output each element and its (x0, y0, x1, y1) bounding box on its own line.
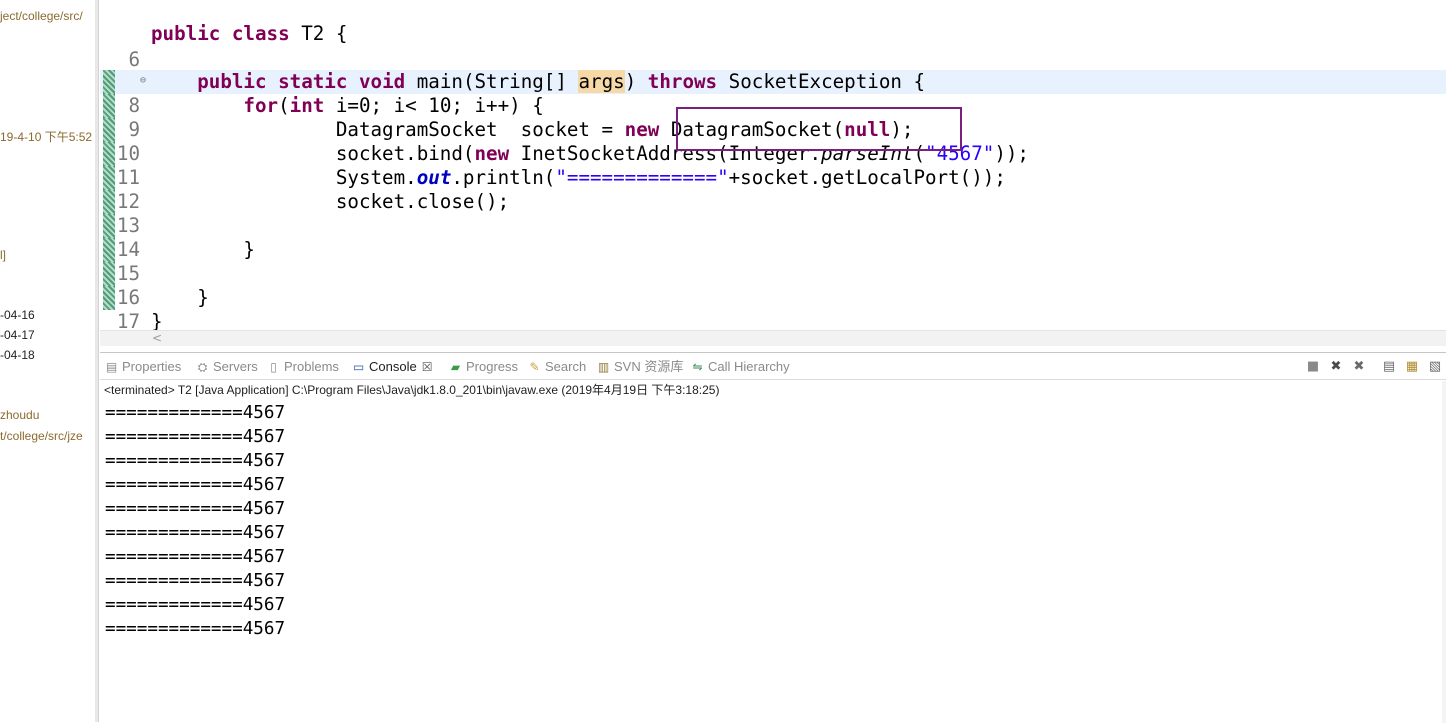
remove-launch-icon[interactable]: ✖ (1327, 358, 1345, 376)
tab-console[interactable]: ▭ Console ☒ (351, 356, 433, 378)
code-line: 12 socket.bind(new InetSocketAddress(Int… (100, 142, 1446, 213)
left-panel-path-fragment[interactable]: ject/college/src/ (0, 9, 83, 23)
console-vertical-scrollbar[interactable] (1442, 381, 1446, 723)
code-text[interactable]: } (151, 238, 255, 262)
code-line: 17 (100, 262, 1446, 333)
console-output-line: =============4567 (105, 499, 286, 519)
code-line: 11 DatagramSocket socket = new DatagramS… (100, 118, 1446, 189)
change-ruler (103, 190, 115, 214)
search-icon: ✎ (529, 360, 540, 374)
change-ruler (103, 22, 115, 46)
code-line: 18 } (100, 286, 1446, 346)
code-line: 16 } (100, 238, 1446, 309)
left-panel-date-fragment[interactable]: -04-18 (0, 348, 35, 362)
console-output-line: =============4567 (105, 571, 286, 591)
console-output[interactable]: =============4567 =============4567 ====… (105, 401, 285, 641)
left-panel-fragment[interactable]: l] (0, 248, 6, 262)
code-text[interactable]: for(int i=0; i< 10; i++) { (151, 94, 543, 118)
code-text[interactable]: public class T2 { (151, 22, 347, 46)
console-output-line: =============4567 (105, 475, 286, 495)
change-ruler (103, 262, 115, 286)
tab-label: Call Hierarchy (708, 359, 790, 374)
svn-repository-icon: ▥ (597, 360, 610, 374)
package-explorer-panel: ject/college/src/ 19-4-10 下午5:52 l] -04-… (0, 0, 95, 722)
close-tab-icon[interactable]: ☒ (422, 360, 433, 374)
remove-all-terminated-icon[interactable]: ✖ (1350, 358, 1368, 376)
tab-svn-repository[interactable]: ▥ SVN 资源库 (596, 356, 684, 378)
tab-label: Problems (284, 359, 339, 374)
change-ruler (103, 118, 115, 142)
tab-properties[interactable]: ▤ Properties (104, 356, 181, 378)
console-output-line: =============4567 (105, 451, 286, 471)
change-ruler (103, 142, 115, 166)
panel-sash[interactable] (95, 0, 99, 722)
properties-icon: ▤ (105, 360, 118, 374)
tab-progress[interactable]: ▰ Progress (448, 356, 518, 378)
console-output-line: =============4567 (105, 595, 286, 615)
code-line: 7 public class T2 { (100, 22, 1446, 93)
console-view: ▤ Properties ⛭ Servers ▯ Problems ▭ Console ☒… (100, 352, 1446, 723)
left-panel-date-fragment[interactable]: -04-16 (0, 308, 35, 322)
tab-servers[interactable]: ⛭ Servers (195, 356, 258, 378)
tab-search[interactable]: ✎ Search (527, 356, 586, 378)
code-text[interactable]: socket.close(); (151, 190, 509, 214)
code-line-current: 9 ⊖ public static void main(String[] arg… (100, 70, 1446, 141)
change-ruler (103, 70, 115, 94)
change-ruler (103, 214, 115, 238)
scroll-left-arrow-icon[interactable]: < (152, 331, 162, 345)
console-icon: ▭ (352, 360, 365, 374)
console-output-line: =============4567 (105, 619, 286, 639)
tab-label: Console (369, 359, 417, 374)
change-ruler (103, 238, 115, 262)
servers-icon: ⛭ (197, 360, 208, 374)
left-panel-date-fragment[interactable]: 19-4-10 下午5:52 (0, 128, 92, 145)
progress-icon: ▰ (450, 360, 461, 374)
editor-horizontal-scrollbar[interactable]: < (100, 330, 1446, 346)
console-output-line: =============4567 (105, 523, 286, 543)
terminate-icon[interactable]: ■ (1304, 358, 1322, 376)
console-output-line: =============4567 (105, 427, 286, 447)
change-ruler (103, 46, 115, 70)
left-panel-date-fragment[interactable]: -04-17 (0, 328, 35, 342)
tab-call-hierarchy[interactable]: ⇋ Call Hierarchy (690, 356, 790, 378)
clear-console-icon[interactable]: ▤ (1380, 358, 1398, 376)
console-process-header: <terminated> T2 [Java Application] C:\Pr… (104, 383, 720, 397)
occurrence-highlight: args (578, 70, 625, 93)
left-panel-author-fragment[interactable]: zhoudu (0, 408, 39, 422)
tab-label: Servers (213, 359, 258, 374)
fold-collapse-icon[interactable]: ⊖ (140, 76, 146, 86)
scroll-lock-icon[interactable]: ▦ (1403, 358, 1421, 376)
tab-label: SVN 资源库 (614, 359, 684, 374)
pin-console-icon[interactable]: ▧ (1426, 358, 1444, 376)
change-ruler (103, 166, 115, 190)
code-line: 13 System.out.println("============="+so… (100, 166, 1446, 237)
code-text[interactable]: System.out.println("============="+socke… (151, 166, 1006, 190)
code-line: 14 socket.close(); (100, 190, 1446, 261)
code-text[interactable]: public static void main(String[] args) t… (151, 70, 925, 94)
code-line: 6 (100, 0, 1446, 71)
code-line: 8 (100, 46, 1446, 117)
code-line: 15 (100, 214, 1446, 285)
change-ruler (103, 0, 115, 24)
call-hierarchy-icon: ⇋ (692, 360, 703, 374)
tab-label: Progress (466, 359, 519, 374)
view-tab-bar: ▤ Properties ⛭ Servers ▯ Problems ▭ Console ☒… (100, 353, 1446, 380)
console-output-line: =============4567 (105, 403, 286, 423)
change-ruler (103, 286, 115, 310)
code-line: 10 for(int i=0; i< 10; i++) { (100, 94, 1446, 165)
console-output-line: =============4567 (105, 547, 286, 567)
tab-label: Search (545, 359, 587, 374)
left-panel-path-fragment[interactable]: t/college/src/jze (0, 429, 83, 443)
problems-icon: ▯ (270, 360, 277, 374)
code-text[interactable]: socket.bind(new InetSocketAddress(Intege… (151, 142, 1029, 166)
code-text[interactable]: DatagramSocket socket = new DatagramSock… (151, 118, 914, 142)
code-text[interactable]: } (151, 286, 209, 310)
java-editor[interactable]: 6 7 public class T2 { 8 9 ⊖ public stati… (100, 0, 1446, 346)
change-ruler (103, 94, 115, 118)
tab-problems[interactable]: ▯ Problems (266, 356, 339, 378)
tab-label: Properties (122, 359, 182, 374)
